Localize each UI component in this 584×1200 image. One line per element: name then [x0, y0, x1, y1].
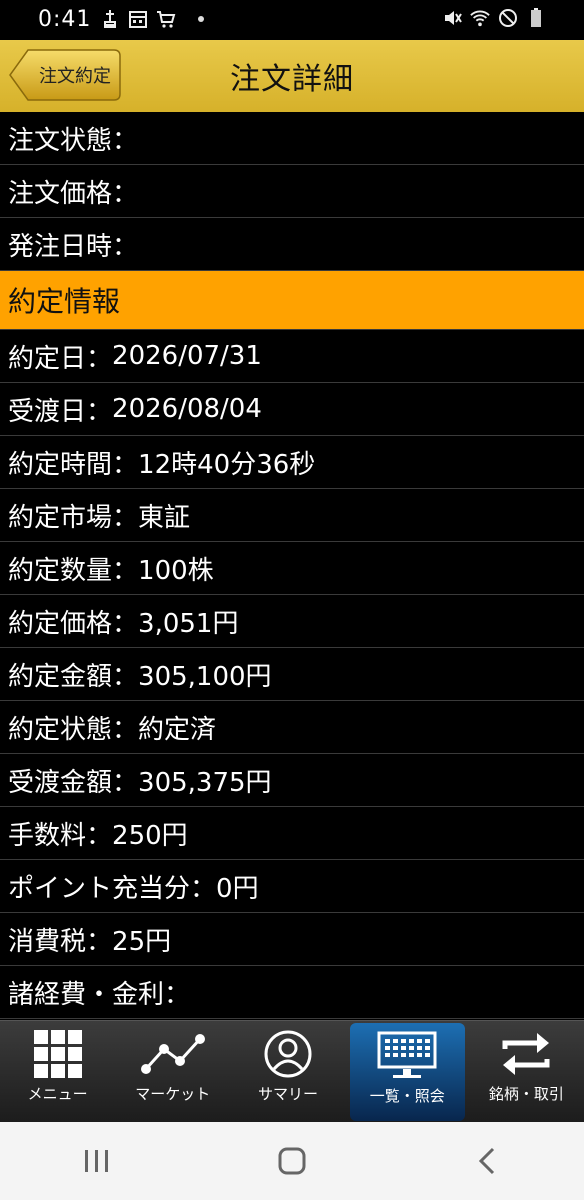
detail-row-execution-status: 約定状態：約定済 [0, 701, 584, 754]
tab-stock-trade[interactable]: 銘柄・取引 [469, 1021, 584, 1123]
row-value: 2026/08/04 [112, 394, 262, 424]
page-title: 注文詳細 [230, 62, 354, 97]
section-header-execution-info: 約定情報 [0, 271, 584, 330]
detail-row-execution-quantity: 約定数量： 100株 [0, 542, 584, 595]
notification-dot [198, 16, 204, 22]
row-separator: ： [86, 820, 113, 851]
row-label: 約定価格 [8, 608, 113, 639]
row-separator: ： [86, 396, 113, 427]
detail-row-expenses-interest: 諸経費・金利： [0, 966, 584, 1019]
row-label: 発注日時 [8, 231, 113, 262]
detail-row-order-price: 注文価格： [0, 165, 584, 218]
row-separator: ： [112, 178, 139, 209]
detail-row-order-status: 注文状態： [0, 112, 584, 165]
user-circle-icon [264, 1030, 312, 1078]
status-bar: 0:41 [0, 0, 584, 40]
do-not-disturb-icon [498, 8, 518, 28]
back-button-label: 注文約定 [39, 66, 111, 87]
row-value: 305,100円 [138, 661, 272, 692]
tab-list-inquiry[interactable]: 一覧・照会 [349, 1023, 465, 1121]
tab-market[interactable]: マーケット [115, 1021, 230, 1123]
row-label: 手数料 [8, 820, 87, 851]
row-separator: ： [112, 661, 139, 692]
row-label: 約定金額 [8, 661, 113, 692]
detail-row-execution-time: 約定時間： 12時40分36秒 [0, 436, 584, 489]
tab-label: マーケット [135, 1085, 211, 1103]
row-separator: ： [112, 502, 139, 533]
row-label: 注文価格 [8, 178, 113, 209]
row-label: ポイント充当分 [8, 873, 191, 904]
row-label: 約定時間 [8, 449, 113, 480]
detail-row-consumption-tax: 消費税： 25円 [0, 913, 584, 966]
detail-row-points-applied: ポイント充当分： 0円 [0, 860, 584, 913]
row-value: 0円 [216, 873, 259, 904]
system-nav-bar [0, 1122, 584, 1200]
row-label: 諸経費・金利 [8, 979, 165, 1010]
row-separator: ： [112, 714, 139, 745]
detail-row-execution-date: 約定日： 2026/07/31 [0, 330, 584, 383]
row-value: 3,051円 [138, 608, 239, 639]
row-value: 12時40分36秒 [138, 449, 316, 480]
wifi-icon [470, 8, 490, 28]
detail-row-execution-amount: 約定金額： 305,100円 [0, 648, 584, 701]
status-time: 0:41 [38, 7, 92, 32]
tab-label: メニュー [27, 1085, 88, 1103]
recent-apps-icon [85, 1150, 109, 1172]
bottom-tab-bar: メニュー マーケット サマリー 一覧・照会 銘柄・取引 [0, 1020, 584, 1123]
row-separator: ： [112, 767, 139, 798]
recent-apps-button[interactable] [67, 1131, 127, 1191]
row-label: 約定市場 [8, 502, 113, 533]
row-label: 約定状態 [8, 714, 113, 745]
row-separator: ： [112, 231, 139, 262]
home-icon [278, 1147, 306, 1175]
home-button[interactable] [262, 1131, 322, 1191]
detail-row-order-datetime: 発注日時： [0, 218, 584, 271]
row-value: 25円 [112, 926, 172, 957]
back-to-executions-button[interactable]: 注文約定 [8, 48, 121, 102]
back-icon [478, 1147, 494, 1175]
row-label: 注文状態 [8, 125, 113, 156]
row-value: 2026/07/31 [112, 341, 262, 371]
app-header: 注文約定 注文詳細 [0, 40, 584, 112]
row-separator: ： [112, 449, 139, 480]
row-separator: ： [112, 125, 139, 156]
detail-row-settlement-date: 受渡日： 2026/08/04 [0, 383, 584, 436]
tab-menu[interactable]: メニュー [0, 1021, 115, 1123]
usb-icon [100, 9, 120, 29]
row-separator: ： [86, 343, 113, 374]
row-separator: ： [112, 555, 139, 586]
grid-icon [33, 1030, 82, 1078]
detail-row-commission: 手数料： 250円 [0, 807, 584, 860]
row-label: 約定数量 [8, 555, 113, 586]
detail-row-settlement-amount: 受渡金額： 305,375円 [0, 754, 584, 807]
row-separator: ： [164, 979, 191, 1010]
calendar-icon [128, 9, 148, 29]
row-label: 消費税 [8, 926, 87, 957]
row-label: 約定日 [8, 343, 87, 374]
row-value: 305,375円 [138, 767, 272, 798]
row-separator: ： [112, 608, 139, 639]
swap-arrows-icon [502, 1033, 550, 1075]
row-value: 100株 [138, 555, 214, 586]
row-label: 受渡日 [8, 396, 87, 427]
monitor-keyboard-icon [377, 1031, 437, 1078]
row-value: 約定済 [138, 714, 217, 745]
row-value: 東証 [138, 502, 191, 533]
tab-label: 一覧・照会 [369, 1087, 445, 1105]
tab-label: 銘柄・取引 [488, 1085, 564, 1103]
detail-row-execution-price: 約定価格： 3,051円 [0, 595, 584, 648]
back-button[interactable] [457, 1131, 517, 1191]
tab-label: サマリー [258, 1085, 319, 1103]
cart-icon [156, 9, 176, 29]
row-separator: ： [190, 873, 217, 904]
chart-line-icon [140, 1034, 205, 1074]
mute-icon [442, 8, 462, 28]
order-detail-list: 注文状態： 注文価格： 発注日時： 約定情報 約定日： 2026/07/31 受渡… [0, 112, 584, 1019]
battery-icon [526, 8, 546, 28]
row-value: 250円 [112, 820, 188, 851]
row-separator: ： [86, 926, 113, 957]
detail-row-execution-market: 約定市場：東証 [0, 489, 584, 542]
tab-summary[interactable]: サマリー [230, 1021, 345, 1123]
row-label: 受渡金額 [8, 767, 113, 798]
